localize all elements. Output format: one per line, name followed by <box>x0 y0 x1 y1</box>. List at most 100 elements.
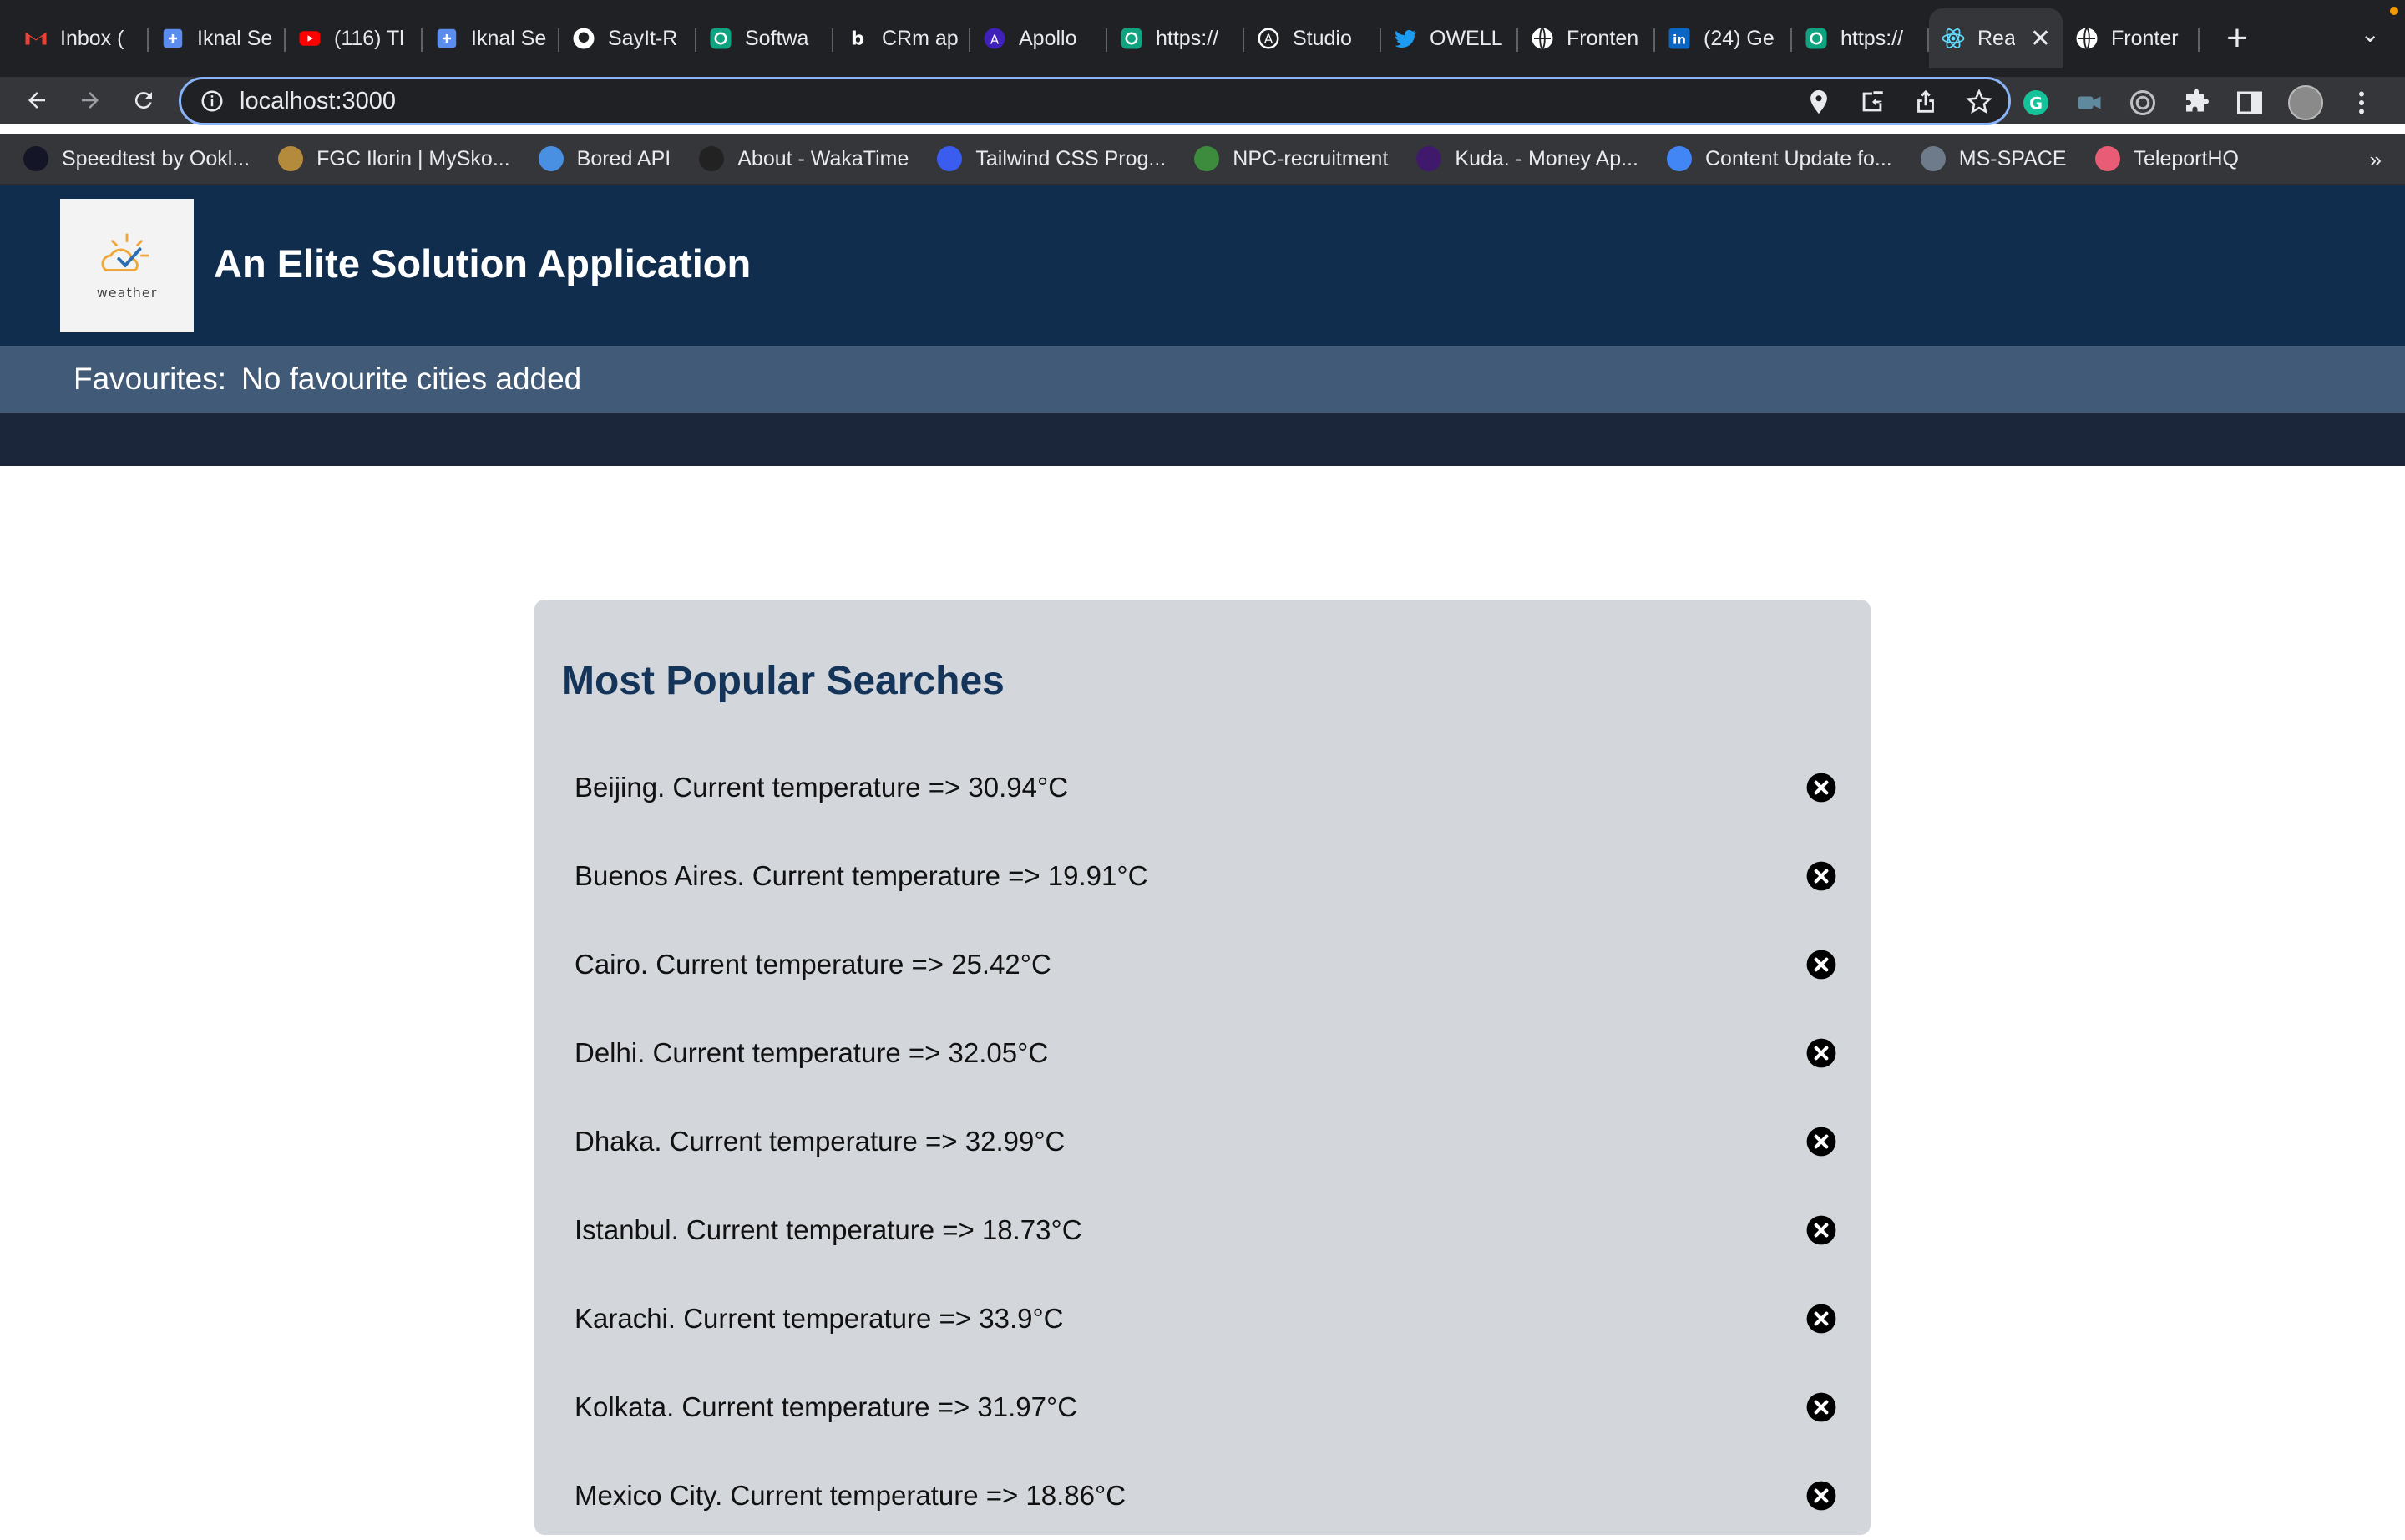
address-url[interactable]: localhost:3000 <box>240 88 396 115</box>
more-bookmarks-icon[interactable]: » <box>2370 147 2382 173</box>
new-tab-button[interactable]: + <box>2216 18 2258 59</box>
city-row[interactable]: Buenos Aires. Current temperature => 19.… <box>575 832 1844 920</box>
browser-tab[interactable]: A Studio <box>1244 8 1381 68</box>
city-temperature-text[interactable]: Delhi. Current temperature => 32.05°C <box>575 1037 1048 1069</box>
city-row[interactable]: Delhi. Current temperature => 32.05°C <box>575 1009 1844 1097</box>
city-temperature-text[interactable]: Kolkata. Current temperature => 31.97°C <box>575 1391 1077 1423</box>
kebab-menu-icon[interactable] <box>2347 88 2377 118</box>
favourites-bar: Favourites: No favourite cities added <box>0 346 2405 413</box>
remove-city-icon[interactable] <box>1805 1126 1837 1158</box>
city-row[interactable]: Kolkata. Current temperature => 31.97°C <box>575 1363 1844 1451</box>
target-ext-icon[interactable] <box>2128 88 2158 118</box>
bookmark-label: Bored API <box>576 146 671 170</box>
city-row[interactable]: Mexico City. Current temperature => 18.8… <box>575 1451 1844 1540</box>
video-ext-icon[interactable] <box>2074 88 2104 118</box>
tab-title: https:// <box>1156 26 1219 50</box>
browser-tab[interactable]: Fronten <box>1518 8 1655 68</box>
iknal-icon <box>434 26 459 51</box>
forward-icon[interactable] <box>63 77 117 124</box>
bookmark-item[interactable]: TeleportHQ <box>2094 146 2239 171</box>
profile-avatar[interactable] <box>2288 85 2323 120</box>
iknal-icon <box>160 26 185 51</box>
browser-tab[interactable]: in (24) Ge <box>1655 8 1792 68</box>
tab-title: SayIt-R <box>608 26 678 50</box>
bookmarks-bar: Speedtest by Ookl... FGC Ilorin | MySko..… <box>0 134 2405 185</box>
city-temperature-text[interactable]: Beijing. Current temperature => 30.94°C <box>575 772 1068 803</box>
install-app-icon[interactable] <box>1858 88 1886 116</box>
city-temperature-text[interactable]: Buenos Aires. Current temperature => 19.… <box>575 860 1147 892</box>
bookmark-item[interactable]: About - WakaTime <box>699 146 909 171</box>
location-icon[interactable] <box>1805 88 1833 116</box>
grammarly-icon[interactable]: G <box>2021 88 2051 118</box>
school-icon <box>278 146 304 171</box>
close-tab-icon[interactable]: ✕ <box>2030 24 2051 53</box>
weather-logo[interactable]: weather <box>60 199 194 332</box>
back-icon[interactable] <box>10 77 63 124</box>
tab-title: https:// <box>1840 26 1904 50</box>
bookmark-item[interactable]: Tailwind CSS Prog... <box>937 146 1166 171</box>
reload-icon[interactable] <box>117 77 170 124</box>
city-temperature-text[interactable]: Dhaka. Current temperature => 32.99°C <box>575 1126 1065 1158</box>
kuda-icon <box>1416 146 1442 171</box>
browser-tab[interactable]: https:// <box>1107 8 1244 68</box>
city-temperature-text[interactable]: Istanbul. Current temperature => 18.73°C <box>575 1214 1082 1246</box>
remove-city-icon[interactable] <box>1805 1037 1837 1069</box>
city-row[interactable]: Istanbul. Current temperature => 18.73°C <box>575 1186 1844 1274</box>
remove-city-icon[interactable] <box>1805 860 1837 892</box>
city-row[interactable]: Cairo. Current temperature => 25.42°C <box>575 920 1844 1009</box>
side-panel-icon[interactable] <box>2235 88 2265 118</box>
browser-tab[interactable]: Rea ✕ <box>1929 8 2063 68</box>
city-row[interactable]: Dhaka. Current temperature => 32.99°C <box>575 1097 1844 1186</box>
app-header: weather An Elite Solution Application <box>0 185 2405 346</box>
bookmark-item[interactable]: Kuda. - Money Ap... <box>1416 146 1638 171</box>
bookmark-item[interactable]: FGC Ilorin | MySko... <box>278 146 510 171</box>
title-suffix: Solution Application <box>371 241 752 286</box>
city-temperature-text[interactable]: Mexico City. Current temperature => 18.8… <box>575 1480 1126 1512</box>
city-temperature-text[interactable]: Karachi. Current temperature => 33.9°C <box>575 1303 1064 1335</box>
browser-tab[interactable]: https:// <box>1792 8 1929 68</box>
tab-title: Fronter <box>2111 26 2179 50</box>
remove-city-icon[interactable] <box>1805 1391 1837 1423</box>
browser-tab[interactable]: Inbox ( <box>12 8 149 68</box>
browser-tab[interactable]: Fronter <box>2063 8 2200 68</box>
bookmark-item[interactable]: MS-SPACE <box>1920 146 2067 171</box>
browser-tabstrip: Inbox ( Iknal Se (116) Tl Iknal Se SayIt-R So… <box>0 0 2405 77</box>
browser-tab[interactable]: OWELL <box>1381 8 1518 68</box>
notification-dot <box>2390 7 2398 15</box>
puzzle-extensions-icon[interactable] <box>2181 88 2211 118</box>
bookmark-item[interactable]: Speedtest by Ookl... <box>23 146 250 171</box>
bookmark-item[interactable]: Bored API <box>538 146 671 171</box>
browser-tab[interactable]: (116) Tl <box>286 8 423 68</box>
remove-city-icon[interactable] <box>1805 1214 1837 1246</box>
tab-title: CRm ap <box>882 26 959 50</box>
remove-city-icon[interactable] <box>1805 949 1837 980</box>
remove-city-icon[interactable] <box>1805 1303 1837 1335</box>
svg-text:in: in <box>1673 32 1686 47</box>
city-row[interactable]: Beijing. Current temperature => 30.94°C <box>575 743 1844 832</box>
react-icon <box>1941 26 1966 51</box>
bookmark-item[interactable]: NPC-recruitment <box>1194 146 1388 171</box>
city-row[interactable]: Karachi. Current temperature => 33.9°C <box>575 1274 1844 1363</box>
tab-search-chevron-icon[interactable]: ⌄ <box>2361 20 2380 48</box>
browser-tab[interactable]: Softwa <box>696 8 833 68</box>
npc-icon <box>1194 146 1220 171</box>
bookmark-star-icon[interactable] <box>1965 88 1993 116</box>
site-info-icon[interactable] <box>200 89 225 114</box>
address-bar[interactable]: localhost:3000 <box>179 77 2011 125</box>
tab-title: Inbox ( <box>60 26 124 50</box>
bookmarks-container: Speedtest by Ookl... FGC Ilorin | MySko..… <box>23 146 2267 171</box>
svg-text:b: b <box>851 28 864 50</box>
remove-city-icon[interactable] <box>1805 772 1837 803</box>
youtube-icon <box>297 26 322 51</box>
browser-tab[interactable]: A Apollo <box>970 8 1107 68</box>
browser-tab[interactable]: SayIt-R <box>559 8 696 68</box>
teleport-icon <box>2094 146 2120 171</box>
share-icon[interactable] <box>1911 88 1940 116</box>
browser-tab[interactable]: Iknal Se <box>149 8 286 68</box>
bookmark-item[interactable]: Content Update fo... <box>1667 146 1892 171</box>
remove-city-icon[interactable] <box>1805 1480 1837 1512</box>
city-temperature-text[interactable]: Cairo. Current temperature => 25.42°C <box>575 949 1051 980</box>
browser-tab[interactable]: Iknal Se <box>423 8 559 68</box>
tab-title: (24) Ge <box>1704 26 1775 50</box>
browser-tab[interactable]: b CRm ap <box>833 8 970 68</box>
